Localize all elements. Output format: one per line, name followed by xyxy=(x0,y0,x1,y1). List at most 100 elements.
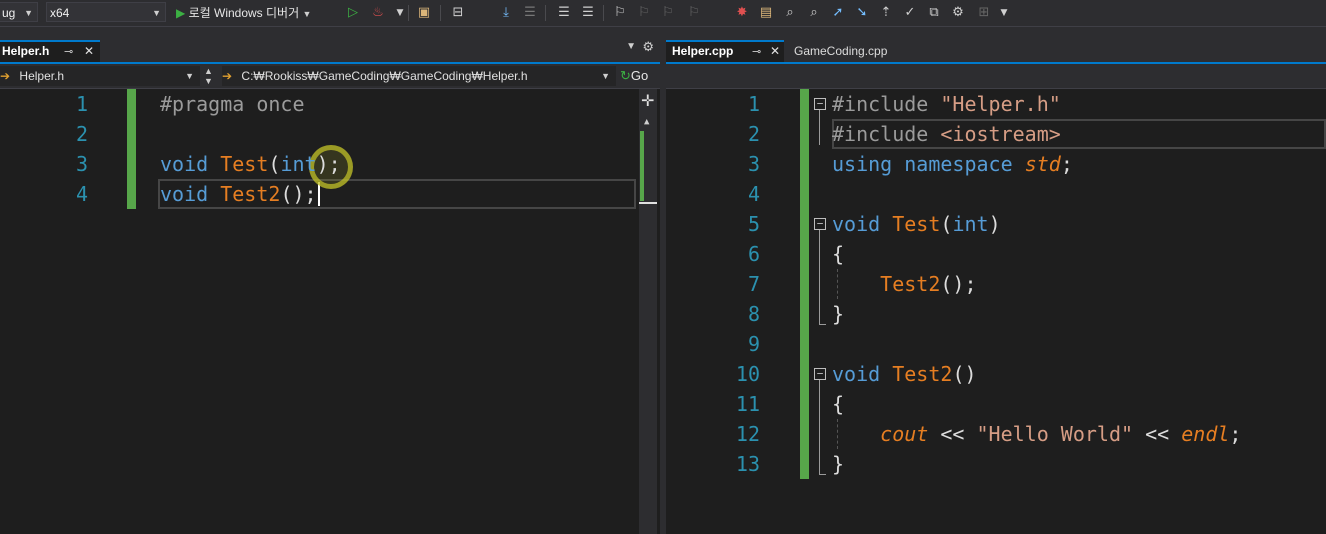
start-debug-button[interactable]: ▶ 로컬 Windows 디버거 ▼ xyxy=(176,3,311,23)
config-dropdown[interactable]: ug ▼ xyxy=(0,2,38,22)
code-token: (); xyxy=(940,272,977,296)
chevron-down-icon: ▼ xyxy=(24,8,33,18)
platform-dropdown[interactable]: x64 ▼ xyxy=(46,2,166,22)
file-scope-value: Helper.h xyxy=(19,69,65,83)
code-token: #include xyxy=(832,122,941,146)
line-number: 3 xyxy=(75,152,88,176)
arrow-icon[interactable]: ➚ xyxy=(830,5,846,21)
code-line[interactable]: 3 void Test(int); xyxy=(0,149,660,179)
left-tab-strip: Helper.h ⊸ ✕ ▼ ⚙ xyxy=(0,27,660,64)
code-line[interactable]: 11 { xyxy=(666,389,1326,419)
bookmark-icon[interactable]: ⚐ xyxy=(612,5,628,21)
tab-gamecoding-cpp[interactable]: GameCoding.cpp xyxy=(788,40,944,62)
code-text: void Test2(); xyxy=(160,179,317,209)
code-line[interactable]: 12 cout << "Hello World" << endl; xyxy=(666,419,1326,449)
line-number: 5 xyxy=(747,212,760,236)
chevron-down-icon[interactable]: ▼ xyxy=(392,5,408,21)
code-line[interactable]: 1 #include "Helper.h" xyxy=(666,89,1326,119)
code-line[interactable]: 5 void Test(int) xyxy=(666,209,1326,239)
code-line[interactable]: 3 using namespace std; xyxy=(666,149,1326,179)
code-token: endl xyxy=(1181,422,1230,446)
refresh-icon: ↻ xyxy=(620,68,631,83)
arrow-icon[interactable]: ➘ xyxy=(854,5,870,21)
line-number: 1 xyxy=(747,92,760,116)
prev-bookmark-icon[interactable]: ⚐ xyxy=(636,5,652,21)
code-token: #pragma once xyxy=(160,92,305,116)
split-arrows-icon[interactable]: ▲ ▼ xyxy=(204,66,213,86)
code-token: << xyxy=(928,422,977,446)
settings-icon[interactable]: ⚙ xyxy=(950,5,966,21)
left-editor-pane: Helper.h ⊸ ✕ ▼ ⚙ ➔ Helper.h ▼ ▲ ▼ ➔ C:₩Ro… xyxy=(0,27,660,534)
tab-helper-cpp[interactable]: Helper.cpp ⊸ ✕ xyxy=(666,40,784,62)
code-token: { xyxy=(832,392,845,416)
code-line[interactable]: 7 Test2(); xyxy=(666,269,1326,299)
code-line[interactable]: 10 void Test2() xyxy=(666,359,1326,389)
right-code-editor[interactable]: − − − 1 #include "Helper.h" 2 #include <ios… xyxy=(666,89,1326,534)
outdent-icon[interactable]: ☰ xyxy=(580,5,596,21)
gear-icon[interactable]: ⚙ xyxy=(642,40,654,55)
next-bookmark-icon[interactable]: ⚐ xyxy=(660,5,676,21)
folder-icon[interactable]: ▤ xyxy=(758,5,774,21)
code-text: void Test2() xyxy=(832,359,977,389)
close-icon[interactable]: ✕ xyxy=(770,42,780,61)
code-text: { xyxy=(832,239,844,269)
code-text: cout << "Hello World" << endl; xyxy=(832,419,1241,449)
code-token: Test2 xyxy=(880,272,941,296)
file-scope-dropdown[interactable]: ➔ Helper.h ▼ xyxy=(0,66,200,86)
member-dropdown[interactable]: ➔ C:₩Rookiss₩GameCoding₩GameCoding₩Helpe… xyxy=(222,66,616,86)
pin-icon[interactable]: ⊸ xyxy=(752,42,761,61)
code-token: () xyxy=(952,362,977,386)
upload-icon[interactable]: ⇡ xyxy=(878,5,894,21)
tab-label: GameCoding.cpp xyxy=(794,44,888,58)
code-token: int xyxy=(280,152,317,176)
code-token: int xyxy=(952,212,989,236)
code-line[interactable]: 2 #include <iostream> xyxy=(666,119,1326,149)
line-number: 2 xyxy=(75,122,88,146)
right-editor-pane: Helper.cpp ⊸ ✕ GameCoding.cpp − − − 1 #in… xyxy=(666,27,1326,534)
code-line[interactable]: 8} xyxy=(666,299,1326,329)
indent-icon[interactable]: ☰ xyxy=(556,5,572,21)
close-icon[interactable]: ✕ xyxy=(84,42,94,61)
code-line[interactable]: 4 xyxy=(666,179,1326,209)
code-line[interactable]: 9 xyxy=(666,329,1326,359)
debug-icon[interactable]: ✸ xyxy=(734,5,750,21)
code-token: ; xyxy=(1229,422,1242,446)
code-token: Test xyxy=(220,152,269,176)
code-token: Test2 xyxy=(220,182,281,206)
start-without-debug-icon[interactable]: ▷ xyxy=(345,5,361,21)
spell-check-icon[interactable]: ✓ xyxy=(902,5,918,21)
line-number: 11 xyxy=(735,392,760,416)
code-line[interactable]: 6{ xyxy=(666,239,1326,269)
layout-icon[interactable]: ⊟ xyxy=(450,5,466,21)
list-icon[interactable]: ☰ xyxy=(522,5,538,21)
code-line[interactable]: 4 void Test2(); xyxy=(0,179,660,209)
misc-icon[interactable]: ⊞ xyxy=(976,5,992,21)
search-icon[interactable]: ⌕ xyxy=(782,5,798,21)
pin-icon[interactable]: ⊸ xyxy=(64,42,73,61)
code-line[interactable]: 13} xyxy=(666,449,1326,479)
code-line[interactable]: 2 xyxy=(0,119,660,149)
solution-explorer-icon[interactable]: ▣ xyxy=(416,5,432,21)
line-number: 2 xyxy=(747,122,760,146)
tab-helper-h[interactable]: Helper.h ⊸ ✕ xyxy=(0,40,100,62)
step-icon[interactable]: ⤓ xyxy=(498,5,514,21)
code-token: std xyxy=(1024,152,1061,176)
tab-list-chevron-icon[interactable]: ▼ xyxy=(626,41,636,52)
zoom-icon[interactable]: ⌕ xyxy=(806,5,822,21)
clear-bookmarks-icon[interactable]: ⚐ xyxy=(686,5,702,21)
code-token: Test xyxy=(892,212,941,236)
chevron-down-icon[interactable]: ▼ xyxy=(996,5,1012,21)
code-line[interactable]: 1 #pragma once xyxy=(0,89,660,119)
window-icon[interactable]: ⧉ xyxy=(926,5,942,21)
go-label: Go xyxy=(630,68,649,83)
hot-reload-icon[interactable]: ♨ xyxy=(370,5,386,21)
go-button[interactable]: ↻Go xyxy=(620,66,648,86)
code-token: ); xyxy=(316,152,341,176)
code-token: (); xyxy=(280,182,317,206)
left-code-editor[interactable]: ✛ ▲ 1 #pragma once 2 3 void Test(int); 4 void … xyxy=(0,89,660,534)
